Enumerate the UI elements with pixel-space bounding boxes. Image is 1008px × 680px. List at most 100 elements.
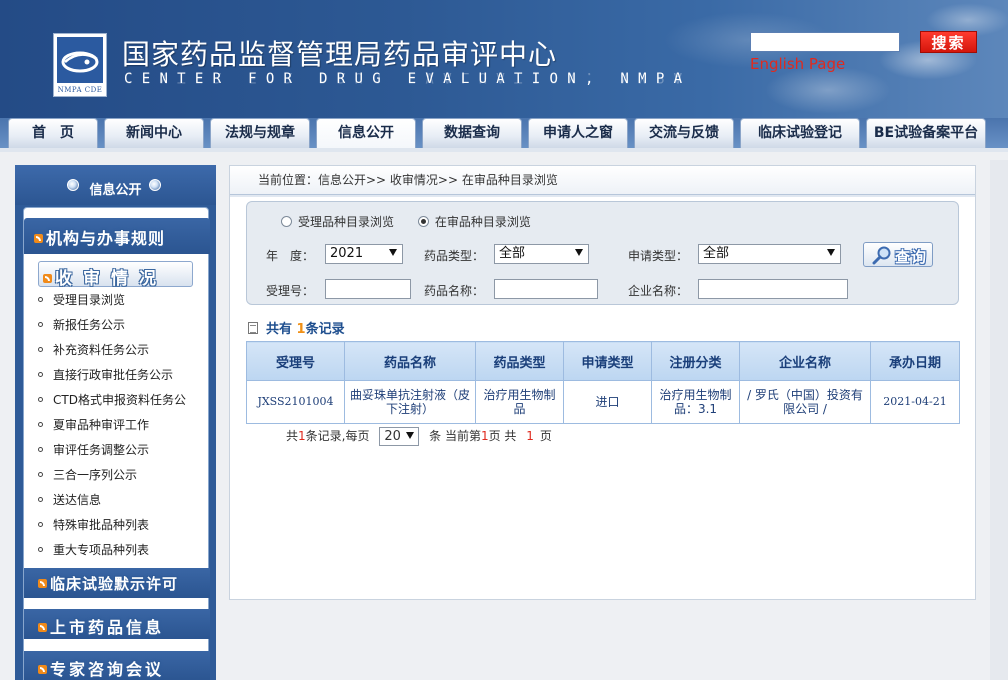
bullet-dot-icon — [149, 179, 161, 191]
query-button[interactable]: 查询 — [863, 242, 933, 267]
sidebar-item-label: 直接行政审批任务公示 — [53, 368, 174, 382]
circle-bullet-icon — [38, 297, 43, 302]
column-header-accept-no[interactable]: 受理号 — [246, 341, 345, 381]
english-page-link[interactable]: English Page — [750, 55, 845, 73]
table-row[interactable]: JXSS2101004 曲妥珠单抗注射液（皮下注射） 治疗用生物制品 进口 治疗… — [246, 380, 960, 424]
tab-clinical-registration[interactable]: 临床试验登记 — [740, 118, 860, 148]
sidebar-item-major-projects[interactable]: 重大专项品种列表 — [38, 538, 186, 563]
drug-type-select[interactable]: 全部 — [494, 244, 589, 264]
filter-panel: 受理品种目录浏览 在审品种目录浏览 年 度： 2021 药品类型： 全部 申请类… — [246, 201, 959, 305]
sidebar-item-label: 重大专项品种列表 — [53, 543, 150, 557]
sidebar-item-label: 夏审品种审评工作 — [53, 418, 150, 432]
column-header-drug-type[interactable]: 药品类型 — [475, 341, 564, 381]
sidebar-item-label: 送达信息 — [53, 493, 102, 507]
sidebar-item-label: 补充资料任务公示 — [53, 343, 150, 357]
cell-drug-type: 治疗用生物制品 — [475, 380, 564, 424]
sidebar-item-accept-catalog[interactable]: 受理目录浏览 — [38, 288, 186, 313]
circle-bullet-icon — [38, 447, 43, 452]
sidebar-section-clinical[interactable]: 临床试验默示许可 — [24, 568, 210, 598]
pager-total-pages-label: 页 共 — [488, 429, 517, 443]
accept-no-label: 受理号： — [266, 284, 315, 298]
site-header: NMPA CDE 国家药品监督管理局药品审评中心 CENTER FOR DRUG… — [0, 0, 1008, 118]
accept-no-input[interactable] — [325, 279, 411, 299]
sidebar-section-expert-label: 专家咨询会议 — [50, 660, 165, 679]
record-summary: 共有 1条记录 — [248, 318, 345, 337]
table-header-row: 受理号 药品名称 药品类型 申请类型 注册分类 企业名称 承办日期 — [246, 341, 960, 381]
rss-icon — [43, 274, 52, 283]
cell-apply-type: 进口 — [563, 380, 652, 424]
sidebar-section-market[interactable]: 上市药品信息 — [24, 609, 210, 639]
pager-current-page: 1 — [480, 429, 489, 443]
breadcrumb: 当前位置：信息公开>> 收审情况>> 在审品种目录浏览 — [230, 166, 975, 197]
cell-handle-date: 2021-04-21 — [870, 380, 960, 424]
tab-feedback[interactable]: 交流与反馈 — [634, 118, 734, 148]
apply-type-select[interactable]: 全部 — [698, 244, 841, 264]
sidebar-item-ctd-tasks[interactable]: CTD格式申报资料任务公 — [38, 388, 186, 413]
pager-total-prefix: 共 — [286, 429, 299, 443]
pagination: 共1条记录,每页 20 条 当前第1页 共 1页 — [286, 427, 552, 446]
tab-info-disclosure[interactable]: 信息公开 — [316, 118, 416, 148]
sidebar-section-rules[interactable]: 机构与办事规则 — [24, 218, 210, 254]
drug-name-label: 药品名称： — [424, 284, 485, 298]
sidebar-section-market-label: 上市药品信息 — [50, 618, 165, 637]
main-content: 当前位置：信息公开>> 收审情况>> 在审品种目录浏览 受理品种目录浏览 在审品… — [229, 165, 976, 600]
circle-bullet-icon — [38, 497, 43, 502]
record-summary-suffix: 条记录 — [305, 322, 345, 337]
sidebar-panel: 机构与办事规则 收审情况 受理目录浏览 新报任务公示 补充资料任务公示 直接行政… — [23, 207, 210, 680]
radio-accept-catalog[interactable] — [281, 216, 292, 227]
sidebar-item-special-approval[interactable]: 特殊审批品种列表 — [38, 513, 186, 538]
sidebar-section-expert[interactable]: 专家咨询会议 — [24, 651, 210, 680]
document-icon — [248, 322, 258, 334]
sidebar-section-receipt[interactable]: 收审情况 — [38, 261, 193, 289]
sidebar-section-clinical-label: 临床试验默示许可 — [50, 575, 179, 593]
radio-review-catalog[interactable] — [417, 216, 429, 227]
rss-icon — [38, 579, 47, 588]
nav-divider — [0, 148, 1008, 152]
results-table: 受理号 药品名称 药品类型 申请类型 注册分类 企业名称 承办日期 JXSS21… — [246, 341, 960, 424]
sidebar-item-supplement-tasks[interactable]: 补充资料任务公示 — [38, 338, 186, 363]
site-logo[interactable]: NMPA CDE — [53, 33, 107, 97]
tab-applicant-window[interactable]: 申请人之窗 — [528, 118, 628, 148]
circle-bullet-icon — [38, 397, 43, 402]
query-button-label: 查询 — [895, 248, 928, 266]
sidebar-item-task-adjust[interactable]: 审评任务调整公示 — [38, 438, 186, 463]
tab-be-filing[interactable]: BE试验备案平台 — [866, 118, 986, 148]
column-header-handle-date[interactable]: 承办日期 — [870, 341, 960, 381]
sidebar-section-clinical-title: 临床试验默示许可 — [38, 573, 178, 594]
column-header-apply-type[interactable]: 申请类型 — [563, 341, 652, 381]
site-subtitle-reflection: CENTER FOR DRUG EVALUATION, NMPA — [124, 73, 692, 85]
sidebar-section-rules-title: 机构与办事规则 — [34, 225, 165, 249]
tab-regulations[interactable]: 法规与规章 — [210, 118, 310, 148]
column-header-registration-class[interactable]: 注册分类 — [651, 341, 740, 381]
main-nav: 首 页 新闻中心 法规与规章 信息公开 数据查询 申请人之窗 交流与反馈 临床试… — [0, 118, 1008, 150]
sidebar-section-rules-label: 机构与办事规则 — [46, 229, 166, 248]
circle-bullet-icon — [38, 522, 43, 527]
radio-accept-catalog-label[interactable]: 受理品种目录浏览 — [298, 215, 394, 229]
pager-current-prefix: 条 当前第 — [429, 429, 481, 443]
sidebar-item-delivery-info[interactable]: 送达信息 — [38, 488, 186, 513]
breadcrumb-divider — [230, 195, 975, 197]
sidebar: 信息公开 机构与办事规则 收审情况 受理目录浏览 新报任务公示 补充资料任务公示… — [15, 165, 216, 680]
company-name-input[interactable] — [698, 279, 848, 299]
sidebar-item-three-in-one[interactable]: 三合一序列公示 — [38, 463, 186, 488]
sidebar-item-new-tasks[interactable]: 新报任务公示 — [38, 313, 186, 338]
search-button[interactable]: 搜索 — [920, 31, 977, 53]
rss-icon — [34, 234, 43, 243]
tab-news[interactable]: 新闻中心 — [104, 118, 204, 148]
drug-name-input[interactable] — [494, 279, 598, 299]
tab-home[interactable]: 首 页 — [8, 118, 98, 148]
radio-review-catalog-label[interactable]: 在审品种目录浏览 — [435, 215, 531, 229]
sidebar-item-direct-approval[interactable]: 直接行政审批任务公示 — [38, 363, 186, 388]
column-header-company-name[interactable]: 企业名称 — [739, 341, 871, 381]
year-label: 年 度： — [266, 249, 315, 263]
column-header-drug-name[interactable]: 药品名称 — [344, 341, 476, 381]
sidebar-section-market-title: 上市药品信息 — [38, 614, 164, 638]
year-select[interactable]: 2021 — [325, 244, 403, 264]
search-input[interactable] — [750, 32, 900, 52]
tab-data-query[interactable]: 数据查询 — [422, 118, 522, 148]
page-size-select[interactable]: 20 — [379, 427, 420, 446]
sidebar-section-receipt-label: 收审情况 — [55, 269, 167, 289]
sidebar-item-review-work[interactable]: 夏审品种审评工作 — [38, 413, 186, 438]
browse-mode-radios: 受理品种目录浏览 在审品种目录浏览 — [281, 213, 551, 230]
drug-type-select-value: 全部 — [499, 246, 526, 261]
